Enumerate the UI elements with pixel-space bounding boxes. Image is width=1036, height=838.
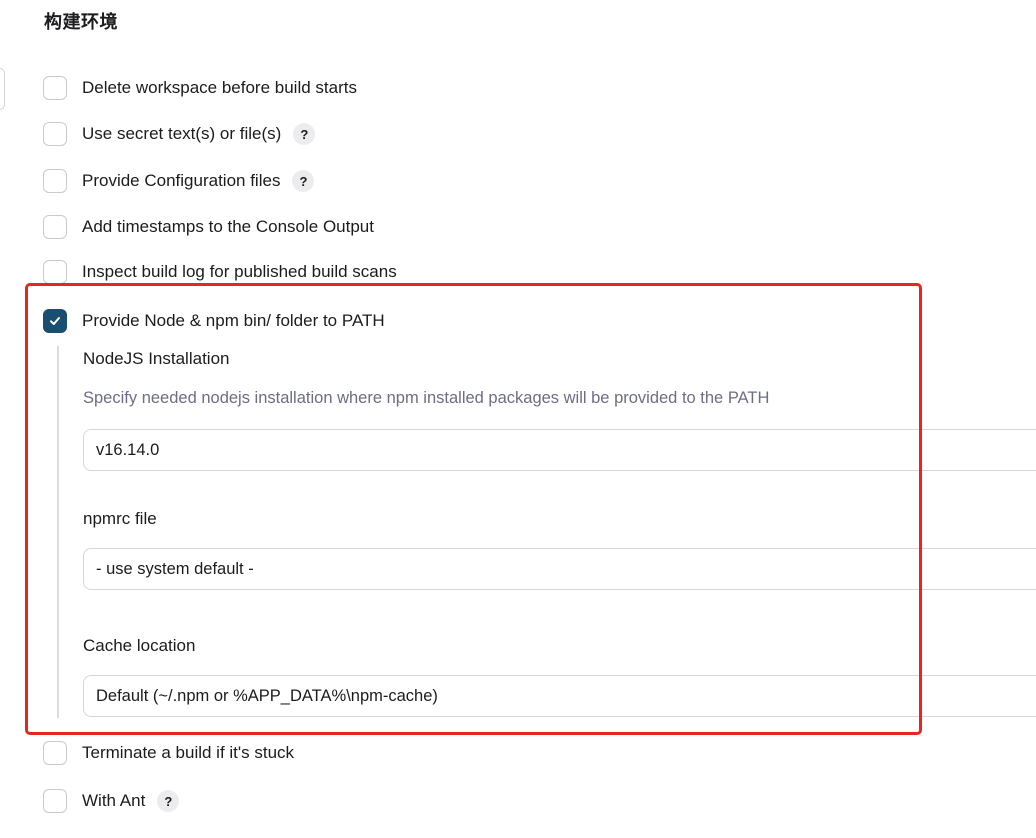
check-icon: [50, 317, 60, 325]
cache-location-select[interactable]: Default (~/.npm or %APP_DATA%\npm-cache): [83, 675, 1036, 717]
config-files-checkbox[interactable]: [43, 169, 67, 193]
timestamps-label[interactable]: Add timestamps to the Console Output: [82, 217, 374, 237]
npmrc-file-select[interactable]: - use system default -: [83, 548, 1036, 590]
option-node-path[interactable]: Provide Node & npm bin/ folder to PATH: [43, 308, 385, 334]
help-icon[interactable]: ?: [157, 790, 180, 812]
terminate-stuck-checkbox[interactable]: [43, 741, 67, 765]
config-files-label[interactable]: Provide Configuration files: [82, 171, 280, 191]
section-title: 构建环境: [44, 12, 118, 33]
inspect-build-log-checkbox[interactable]: [43, 260, 67, 284]
cache-location-label: Cache location: [83, 636, 196, 655]
inspect-build-log-label[interactable]: Inspect build log for published build sc…: [82, 262, 397, 282]
delete-workspace-checkbox[interactable]: [43, 76, 67, 100]
build-environment-page: 构建环境 Delete workspace before build start…: [0, 0, 1036, 838]
option-delete-workspace[interactable]: Delete workspace before build starts: [43, 75, 357, 101]
option-timestamps[interactable]: Add timestamps to the Console Output: [43, 214, 374, 240]
delete-workspace-label[interactable]: Delete workspace before build starts: [82, 78, 357, 98]
with-ant-checkbox[interactable]: [43, 789, 67, 813]
with-ant-label[interactable]: With Ant: [82, 791, 145, 811]
nested-config-indent-line: [57, 346, 59, 718]
secret-text-label[interactable]: Use secret text(s) or file(s): [82, 124, 281, 144]
option-with-ant[interactable]: With Ant ?: [43, 788, 180, 814]
help-icon[interactable]: ?: [293, 123, 316, 145]
node-path-label[interactable]: Provide Node & npm bin/ folder to PATH: [82, 311, 385, 331]
secret-text-checkbox[interactable]: [43, 122, 67, 146]
option-config-files[interactable]: Provide Configuration files ?: [43, 168, 315, 194]
option-terminate-stuck[interactable]: Terminate a build if it's stuck: [43, 740, 294, 766]
option-inspect-build-log[interactable]: Inspect build log for published build sc…: [43, 259, 397, 285]
node-path-checkbox[interactable]: [43, 309, 67, 333]
help-icon[interactable]: ?: [292, 170, 315, 192]
scroll-edge-handle: [0, 68, 5, 110]
nodejs-installation-description: Specify needed nodejs installation where…: [83, 389, 770, 407]
timestamps-checkbox[interactable]: [43, 215, 67, 239]
terminate-stuck-label[interactable]: Terminate a build if it's stuck: [82, 743, 294, 763]
npmrc-file-label: npmrc file: [83, 509, 157, 528]
option-secret-text[interactable]: Use secret text(s) or file(s) ?: [43, 121, 316, 147]
nodejs-installation-label: NodeJS Installation: [83, 349, 230, 368]
nodejs-installation-select[interactable]: v16.14.0: [83, 429, 1036, 471]
